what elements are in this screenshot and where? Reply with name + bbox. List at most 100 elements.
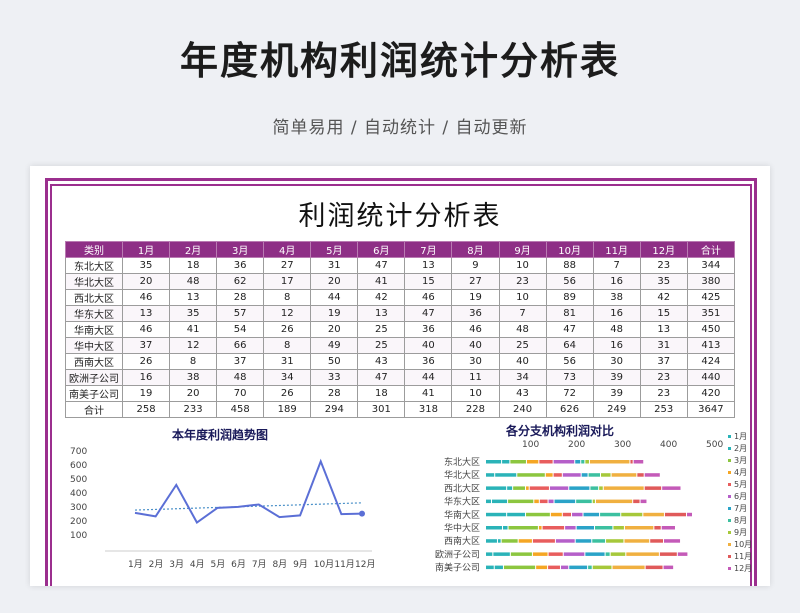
- table-cell[interactable]: 440: [686, 369, 736, 386]
- table-cell[interactable]: 26: [121, 353, 171, 370]
- table-cell[interactable]: 25: [357, 321, 406, 338]
- table-cell[interactable]: 13: [404, 257, 453, 274]
- table-cell[interactable]: 8: [169, 353, 218, 370]
- table-cell[interactable]: 12: [169, 337, 218, 354]
- table-cell[interactable]: 39: [592, 369, 641, 386]
- row-label-cell[interactable]: 西南大区: [65, 353, 123, 370]
- table-cell[interactable]: 16: [592, 273, 641, 290]
- table-cell[interactable]: 31: [263, 353, 312, 370]
- table-cell[interactable]: 30: [592, 353, 641, 370]
- table-cell[interactable]: 25: [498, 337, 547, 354]
- table-cell[interactable]: 40: [451, 337, 500, 354]
- table-cell[interactable]: 81: [545, 305, 594, 322]
- row-label-cell[interactable]: 东北大区: [65, 257, 123, 274]
- table-cell[interactable]: 40: [498, 353, 547, 370]
- table-cell[interactable]: 27: [263, 257, 312, 274]
- table-cell[interactable]: 15: [404, 273, 453, 290]
- table-cell[interactable]: 35: [639, 273, 688, 290]
- table-cell[interactable]: 351: [686, 305, 736, 322]
- table-cell[interactable]: 10: [498, 289, 547, 306]
- table-cell[interactable]: 56: [545, 273, 594, 290]
- table-cell[interactable]: 20: [121, 273, 171, 290]
- table-cell[interactable]: 20: [169, 385, 218, 402]
- row-label-cell[interactable]: 华中大区: [65, 337, 123, 354]
- table-cell[interactable]: 48: [216, 369, 265, 386]
- table-cell[interactable]: 3647: [686, 401, 736, 418]
- table-cell[interactable]: 7: [592, 257, 641, 274]
- table-cell[interactable]: 10: [451, 385, 500, 402]
- table-cell[interactable]: 318: [404, 401, 453, 418]
- table-cell[interactable]: 26: [263, 385, 312, 402]
- row-label-cell[interactable]: 西北大区: [65, 289, 123, 306]
- table-cell[interactable]: 34: [263, 369, 312, 386]
- table-cell[interactable]: 37: [639, 353, 688, 370]
- table-cell[interactable]: 36: [404, 321, 453, 338]
- table-cell[interactable]: 253: [639, 401, 688, 418]
- table-cell[interactable]: 47: [545, 321, 594, 338]
- table-cell[interactable]: 18: [357, 385, 406, 402]
- table-cell[interactable]: 240: [498, 401, 547, 418]
- table-cell[interactable]: 16: [121, 369, 171, 386]
- table-cell[interactable]: 19: [451, 289, 500, 306]
- table-cell[interactable]: 46: [451, 321, 500, 338]
- table-cell[interactable]: 301: [357, 401, 406, 418]
- table-cell[interactable]: 294: [310, 401, 359, 418]
- table-cell[interactable]: 66: [216, 337, 265, 354]
- table-cell[interactable]: 72: [545, 385, 594, 402]
- table-cell[interactable]: 73: [545, 369, 594, 386]
- table-cell[interactable]: 43: [357, 353, 406, 370]
- table-cell[interactable]: 7: [498, 305, 547, 322]
- table-cell[interactable]: 48: [592, 321, 641, 338]
- table-cell[interactable]: 35: [169, 305, 218, 322]
- table-cell[interactable]: 19: [310, 305, 359, 322]
- table-cell[interactable]: 48: [498, 321, 547, 338]
- table-cell[interactable]: 23: [639, 257, 688, 274]
- table-cell[interactable]: 42: [639, 289, 688, 306]
- table-cell[interactable]: 44: [310, 289, 359, 306]
- table-cell[interactable]: 46: [121, 321, 171, 338]
- table-cell[interactable]: 48: [169, 273, 218, 290]
- table-cell[interactable]: 23: [639, 385, 688, 402]
- table-cell[interactable]: 18: [169, 257, 218, 274]
- table-cell[interactable]: 420: [686, 385, 736, 402]
- table-cell[interactable]: 36: [404, 353, 453, 370]
- table-cell[interactable]: 34: [498, 369, 547, 386]
- table-cell[interactable]: 36: [216, 257, 265, 274]
- table-cell[interactable]: 62: [216, 273, 265, 290]
- table-cell[interactable]: 35: [121, 257, 171, 274]
- table-cell[interactable]: 28: [216, 289, 265, 306]
- table-cell[interactable]: 10: [498, 257, 547, 274]
- table-cell[interactable]: 39: [592, 385, 641, 402]
- table-cell[interactable]: 8: [263, 289, 312, 306]
- table-cell[interactable]: 43: [498, 385, 547, 402]
- table-cell[interactable]: 30: [451, 353, 500, 370]
- table-cell[interactable]: 13: [121, 305, 171, 322]
- table-cell[interactable]: 258: [121, 401, 171, 418]
- table-cell[interactable]: 26: [263, 321, 312, 338]
- table-cell[interactable]: 50: [310, 353, 359, 370]
- row-label-cell[interactable]: 华北大区: [65, 273, 123, 290]
- table-cell[interactable]: 40: [404, 337, 453, 354]
- table-cell[interactable]: 31: [310, 257, 359, 274]
- table-cell[interactable]: 380: [686, 273, 736, 290]
- table-cell[interactable]: 189: [263, 401, 312, 418]
- table-cell[interactable]: 28: [310, 385, 359, 402]
- table-cell[interactable]: 47: [357, 257, 406, 274]
- table-cell[interactable]: 16: [592, 337, 641, 354]
- table-cell[interactable]: 12: [263, 305, 312, 322]
- table-cell[interactable]: 23: [639, 369, 688, 386]
- table-cell[interactable]: 54: [216, 321, 265, 338]
- table-cell[interactable]: 38: [169, 369, 218, 386]
- table-cell[interactable]: 23: [498, 273, 547, 290]
- table-cell[interactable]: 47: [404, 305, 453, 322]
- table-cell[interactable]: 31: [639, 337, 688, 354]
- table-cell[interactable]: 450: [686, 321, 736, 338]
- table-cell[interactable]: 49: [310, 337, 359, 354]
- row-label-cell[interactable]: 欧洲子公司: [65, 369, 123, 386]
- table-cell[interactable]: 344: [686, 257, 736, 274]
- table-cell[interactable]: 27: [451, 273, 500, 290]
- table-cell[interactable]: 16: [592, 305, 641, 322]
- table-cell[interactable]: 89: [545, 289, 594, 306]
- table-cell[interactable]: 19: [121, 385, 171, 402]
- table-cell[interactable]: 25: [357, 337, 406, 354]
